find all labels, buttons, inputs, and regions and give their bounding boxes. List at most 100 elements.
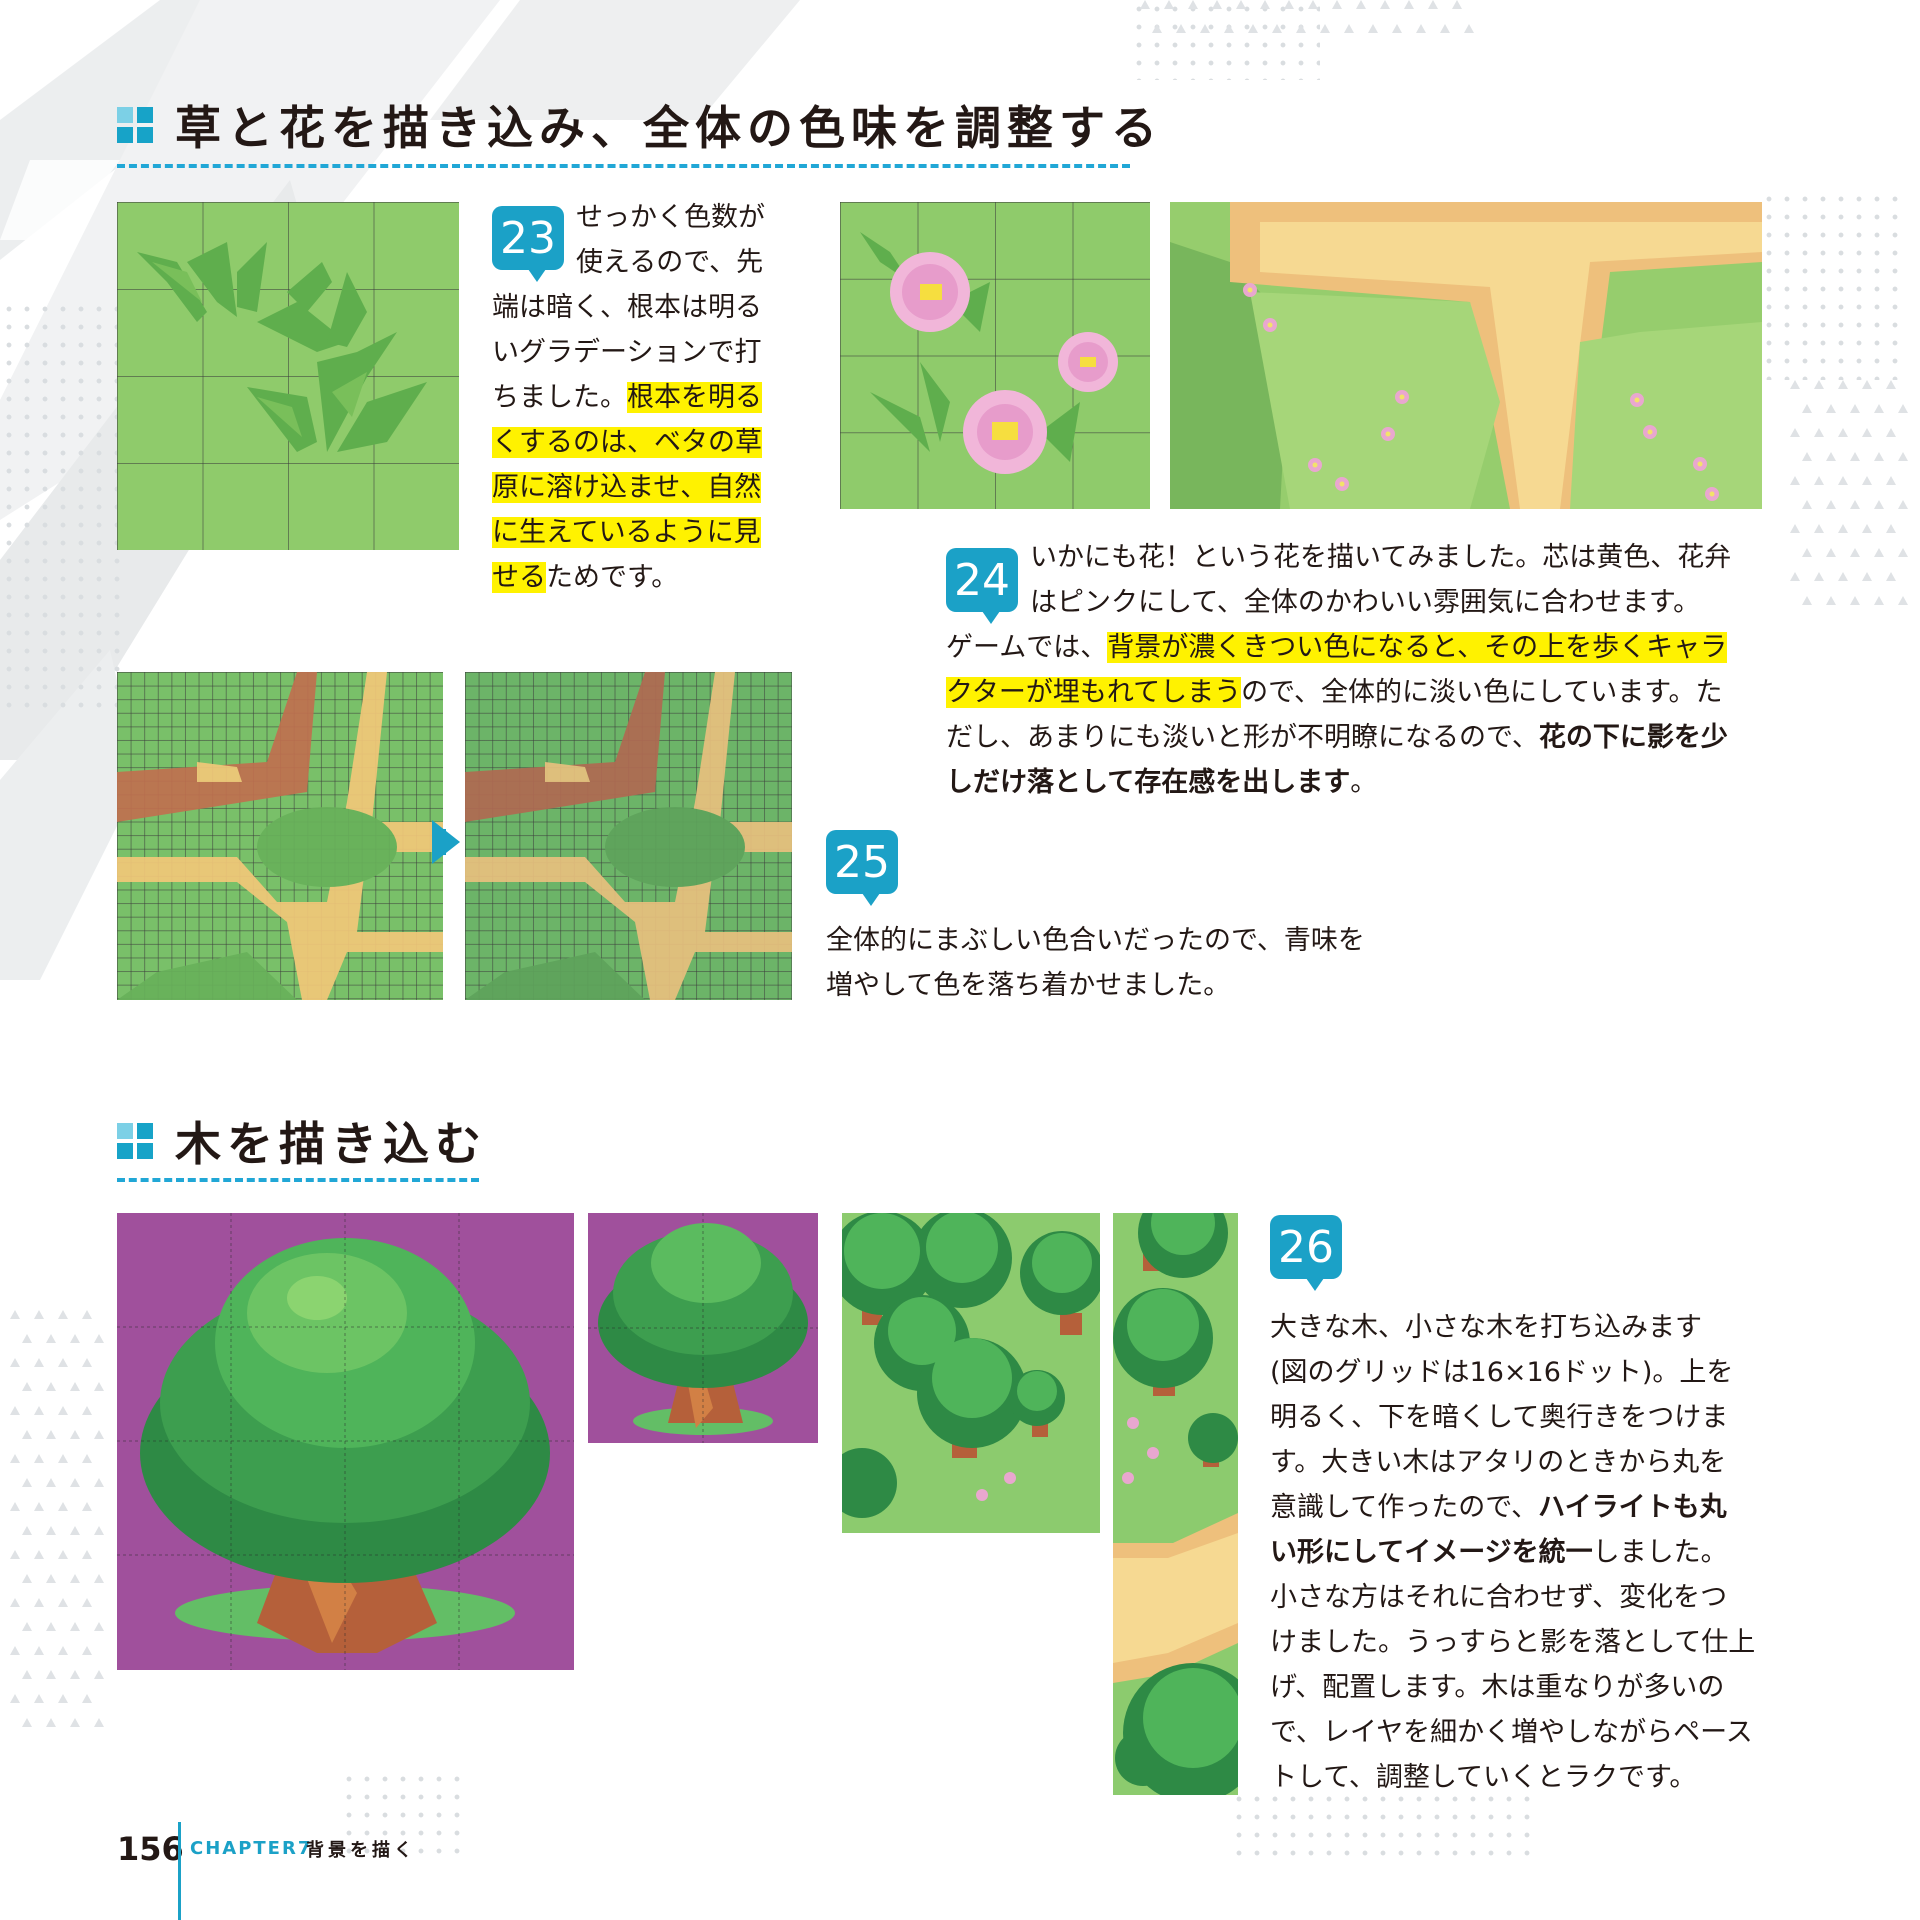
triangle-decoration <box>1320 24 1330 33</box>
triangle-decoration <box>94 1382 104 1391</box>
triangle-decoration <box>1802 548 1812 557</box>
triangle-decoration <box>1200 24 1210 33</box>
triangle-decoration <box>22 1430 32 1439</box>
heading-text: 木を描き込む <box>175 1117 487 1171</box>
text-run: 増やして色を落ち着かせました。 <box>826 970 1231 1001</box>
text-line: 意識して作ったので、ハイライトも丸 <box>1270 1485 1770 1530</box>
text-line: で、レイヤを細かく増やしながらペース <box>1270 1710 1770 1755</box>
triangle-decoration <box>10 1502 20 1511</box>
triangle-decoration <box>1886 572 1896 581</box>
triangle-decoration <box>22 1382 32 1391</box>
triangle-decoration <box>1898 548 1908 557</box>
triangle-decoration <box>58 1646 68 1655</box>
triangle-decoration <box>1826 596 1836 605</box>
section-heading-trees: 木を描き込む <box>117 1108 487 1174</box>
text-line: 増やして色を落ち着かせました。 <box>826 963 1426 1008</box>
triangle-decoration <box>1272 24 1282 33</box>
highlighted-text: に生えているように見 <box>492 517 761 548</box>
triangle-decoration <box>70 1526 80 1535</box>
heading-text: 草と花を描き込み、全体の色味を調整する <box>175 101 1163 155</box>
triangle-decoration <box>82 1550 92 1559</box>
triangle-decoration <box>1248 24 1258 33</box>
triangle-decoration <box>22 1334 32 1343</box>
text-line: いかにも花！という花を描いてみました。芯は黄色、花弁 <box>946 535 1766 580</box>
triangle-decoration <box>1838 428 1848 437</box>
text-line: に生えているように見 <box>492 510 782 555</box>
triangle-decoration <box>1850 452 1860 461</box>
triangle-decoration <box>1790 524 1800 533</box>
triangle-decoration <box>1898 404 1908 413</box>
triangle-decoration <box>1260 0 1270 9</box>
bold-text: ハイライトも丸 <box>1538 1492 1727 1523</box>
forest-path-drawing <box>1113 1213 1238 1795</box>
triangle-decoration <box>34 1646 44 1655</box>
flower-large <box>890 252 970 332</box>
triangle-decoration <box>1296 24 1306 33</box>
triangle-decoration <box>10 1550 20 1559</box>
triangle-decoration <box>1886 380 1896 389</box>
triangle-decoration <box>70 1478 80 1487</box>
text-run: 。 <box>1350 767 1378 798</box>
text-line: 原に溶け込ませ、自然 <box>492 465 782 510</box>
triangle-decoration <box>94 1478 104 1487</box>
triangle-decoration <box>1802 452 1812 461</box>
triangle-decoration <box>1814 380 1824 389</box>
highlighted-text: 根本を明る <box>627 382 762 413</box>
triangle-decoration <box>1404 0 1414 9</box>
triangle-decoration <box>70 1430 80 1439</box>
text-run: 全体的にまぶしい色合いだったので、青味を <box>826 925 1365 956</box>
text-run: ので、全体的に淡い色にしています。た <box>1241 677 1723 708</box>
triangle-decoration <box>1440 24 1450 33</box>
triangle-decoration <box>10 1646 20 1655</box>
triangle-decoration <box>1850 596 1860 605</box>
triangle-decoration <box>1790 380 1800 389</box>
text-run: けました。うっすらと影を落として仕上 <box>1270 1627 1756 1658</box>
bold-text: しだけ落として存在感を出します <box>946 767 1351 798</box>
text-line: 大きな木、小さな木を打ち込みます <box>1270 1305 1770 1350</box>
flower-tile-image <box>840 202 1150 509</box>
triangle-decoration <box>70 1574 80 1583</box>
triangle-decoration <box>1368 24 1378 33</box>
heading-square-icon <box>117 1123 153 1159</box>
text-line: しだけ落として存在感を出します。 <box>946 760 1766 805</box>
triangle-decoration <box>1236 0 1246 9</box>
text-line: トして、調整していくとラクです。 <box>1270 1755 1770 1800</box>
dot-pattern <box>1230 1790 1530 1860</box>
text-line: 全体的にまぶしい色合いだったので、青味を <box>826 918 1426 963</box>
text-line: 端は暗く、根本は明る <box>492 285 782 330</box>
forest-scene-drawing <box>842 1213 1100 1518</box>
text-run: トして、調整していくとラクです。 <box>1270 1762 1697 1793</box>
text-run: 意識して作ったので、 <box>1270 1492 1539 1523</box>
triangle-decoration <box>1838 380 1848 389</box>
triangle-decoration <box>70 1622 80 1631</box>
text-line: せるためです。 <box>492 555 782 600</box>
triangle-decoration <box>1428 0 1438 9</box>
chapter-title: 背景を描く <box>306 1840 416 1861</box>
text-line: いグラデーションで打 <box>492 330 782 375</box>
triangle-decoration <box>1850 548 1860 557</box>
triangle-decoration <box>34 1598 44 1607</box>
text-run: いグラデーションで打 <box>492 337 762 368</box>
text-run: 端は暗く、根本は明る <box>492 292 762 323</box>
triangle-decoration <box>1224 24 1234 33</box>
text-line: ゲームでは、背景が濃くきつい色になると、その上を歩くキャラ <box>946 625 1766 670</box>
text-run: (図のグリッドは16×16ドット)。上を <box>1270 1357 1734 1388</box>
triangle-decoration <box>1188 0 1198 9</box>
text-run: 使えるので、先 <box>576 247 764 278</box>
triangle-decoration <box>70 1670 80 1679</box>
triangle-decoration <box>46 1526 56 1535</box>
triangle-decoration <box>46 1574 56 1583</box>
highlighted-text: くするのは、ベタの草 <box>492 427 762 458</box>
text-line: 小さな方はそれに合わせず、変化をつ <box>1270 1575 1770 1620</box>
triangle-decoration <box>70 1718 80 1727</box>
text-line: だし、あまりにも淡いと形が不明瞭になるので、花の下に影を少 <box>946 715 1766 760</box>
triangle-decoration <box>82 1454 92 1463</box>
triangle-decoration <box>1898 596 1908 605</box>
text-run: で、レイヤを細かく増やしながらペース <box>1270 1717 1753 1748</box>
triangle-decoration <box>1164 0 1174 9</box>
small-tree-drawing <box>588 1213 818 1443</box>
map-after-image <box>465 672 792 1000</box>
text-run: ちました。 <box>492 382 627 413</box>
text-line: い形にしてイメージを統一しました。 <box>1270 1530 1770 1575</box>
triangle-decoration <box>1814 428 1824 437</box>
